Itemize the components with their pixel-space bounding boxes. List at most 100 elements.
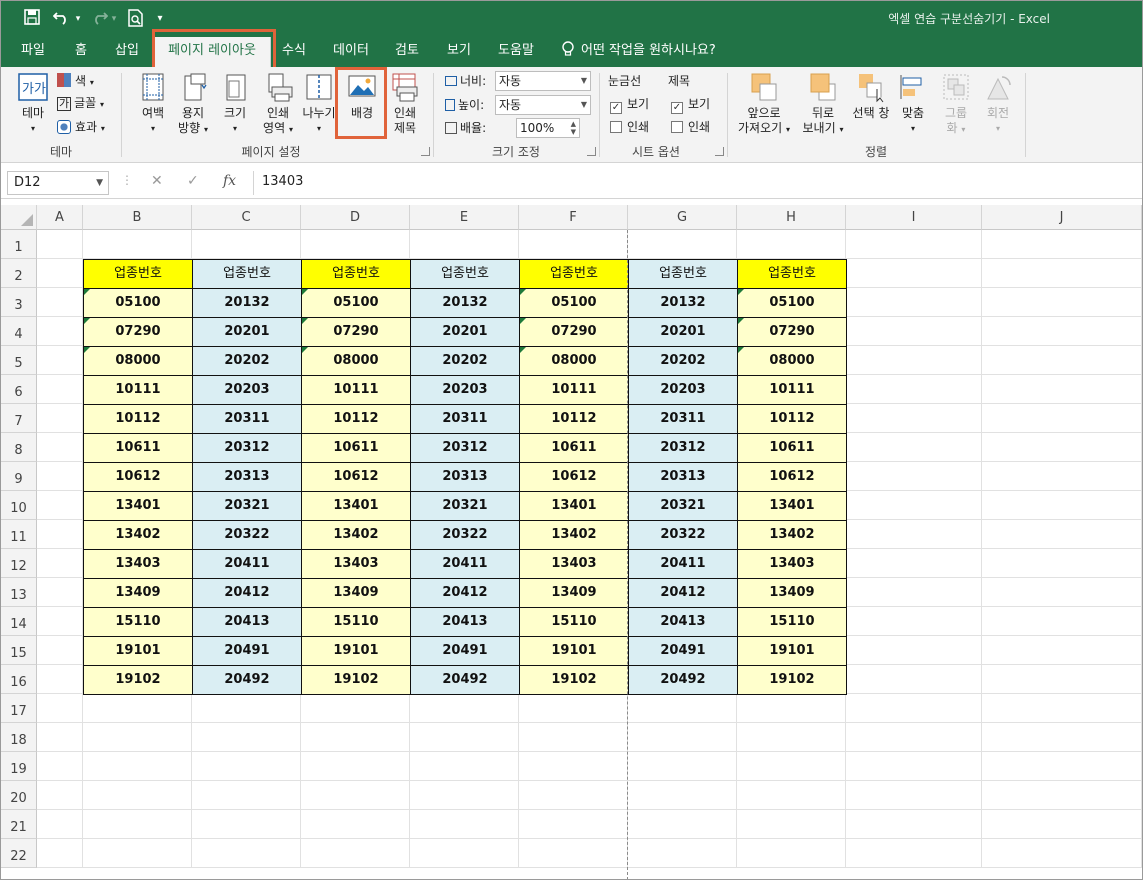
page-setup-launcher-icon[interactable]	[421, 147, 430, 156]
cell[interactable]	[982, 404, 1142, 433]
cell[interactable]	[301, 781, 410, 810]
table-data-cell[interactable]: 13401	[301, 491, 411, 521]
rotate-button[interactable]: 회전 ▾	[979, 71, 1017, 136]
cell[interactable]	[410, 694, 519, 723]
cancel-icon[interactable]: ✕	[151, 173, 163, 189]
cell[interactable]	[37, 288, 83, 317]
cell[interactable]	[37, 462, 83, 491]
table-data-cell[interactable]: 20202	[192, 346, 302, 376]
column-header-f[interactable]: F	[519, 205, 628, 230]
cell[interactable]	[982, 549, 1142, 578]
table-header-cell[interactable]: 업종번호	[628, 259, 738, 289]
tab-insert[interactable]: 삽입	[105, 37, 149, 67]
table-data-cell[interactable]: 20202	[410, 346, 520, 376]
table-data-cell[interactable]: 07290	[519, 317, 629, 347]
table-data-cell[interactable]: 15110	[301, 607, 411, 637]
cell[interactable]	[37, 404, 83, 433]
row-header-3[interactable]: 3	[1, 288, 37, 317]
orientation-button[interactable]: 용지 방향 ▾	[173, 71, 213, 137]
worksheet-grid[interactable]: A B C D E F G H I J 1 2 3 4 5 6 7 8 9 10 11 12 13 14 15 16 17 18 19 2…	[1, 205, 1142, 879]
cell[interactable]	[628, 839, 737, 868]
column-header-h[interactable]: H	[737, 205, 846, 230]
table-data-cell[interactable]: 20491	[410, 636, 520, 666]
cell[interactable]	[519, 723, 628, 752]
row-header-7[interactable]: 7	[1, 404, 37, 433]
cell[interactable]	[846, 549, 982, 578]
table-data-cell[interactable]: 08000	[519, 346, 629, 376]
selection-pane-button[interactable]: 선택 창	[849, 71, 893, 121]
enter-icon[interactable]: ✓	[187, 173, 199, 189]
column-header-j[interactable]: J	[982, 205, 1142, 230]
table-data-cell[interactable]: 10612	[519, 462, 629, 492]
cell[interactable]	[846, 491, 982, 520]
column-header-c[interactable]: C	[192, 205, 301, 230]
row-header-4[interactable]: 4	[1, 317, 37, 346]
table-data-cell[interactable]: 10111	[301, 375, 411, 405]
table-data-cell[interactable]: 10612	[301, 462, 411, 492]
cell[interactable]	[37, 810, 83, 839]
table-data-cell[interactable]: 20413	[192, 607, 302, 637]
themes-button[interactable]: 가가 테마 ▾	[13, 71, 53, 136]
table-header-cell[interactable]: 업종번호	[83, 259, 193, 289]
cell[interactable]	[846, 462, 982, 491]
table-data-cell[interactable]: 07290	[737, 317, 847, 347]
cell[interactable]	[846, 752, 982, 781]
table-data-cell[interactable]: 15110	[737, 607, 847, 637]
row-header-14[interactable]: 14	[1, 607, 37, 636]
table-data-cell[interactable]: 10112	[737, 404, 847, 434]
row-header-2[interactable]: 2	[1, 259, 37, 288]
table-data-cell[interactable]: 13402	[301, 520, 411, 550]
cell[interactable]	[982, 578, 1142, 607]
height-select[interactable]: 자동 ▼	[495, 95, 591, 115]
row-header-9[interactable]: 9	[1, 462, 37, 491]
send-backward-button[interactable]: 뒤로 보내기 ▾	[797, 71, 849, 137]
cell[interactable]	[83, 230, 192, 259]
cell[interactable]	[846, 839, 982, 868]
table-data-cell[interactable]: 20411	[410, 549, 520, 579]
table-data-cell[interactable]: 15110	[83, 607, 193, 637]
table-data-cell[interactable]: 20413	[628, 607, 738, 637]
table-data-cell[interactable]: 20491	[628, 636, 738, 666]
table-data-cell[interactable]: 19102	[519, 665, 629, 695]
table-data-cell[interactable]: 19102	[737, 665, 847, 695]
cell[interactable]	[83, 781, 192, 810]
table-data-cell[interactable]: 13409	[519, 578, 629, 608]
cell[interactable]	[846, 665, 982, 694]
print-area-button[interactable]: 인쇄 영역 ▾	[257, 71, 299, 137]
cell[interactable]	[982, 665, 1142, 694]
tab-file[interactable]: 파일	[11, 37, 55, 67]
headings-view-checkbox[interactable]: ✓ 보기	[671, 96, 710, 114]
cell[interactable]	[301, 723, 410, 752]
cell[interactable]	[628, 781, 737, 810]
cell[interactable]	[846, 607, 982, 636]
table-data-cell[interactable]: 20312	[410, 433, 520, 463]
cell[interactable]	[982, 288, 1142, 317]
cell[interactable]	[737, 752, 846, 781]
column-header-b[interactable]: B	[83, 205, 192, 230]
cell[interactable]	[846, 578, 982, 607]
table-header-cell[interactable]: 업종번호	[410, 259, 520, 289]
cell[interactable]	[37, 346, 83, 375]
cell[interactable]	[846, 694, 982, 723]
scale-launcher-icon[interactable]	[587, 147, 596, 156]
size-button[interactable]: 크기 ▾	[217, 71, 253, 136]
cell[interactable]	[37, 259, 83, 288]
table-data-cell[interactable]: 20132	[410, 288, 520, 318]
table-data-cell[interactable]: 19101	[737, 636, 847, 666]
cell[interactable]	[301, 839, 410, 868]
colors-button[interactable]: 색 ▾	[57, 73, 94, 91]
table-data-cell[interactable]: 20132	[628, 288, 738, 318]
cell[interactable]	[982, 433, 1142, 462]
cell[interactable]	[982, 491, 1142, 520]
table-data-cell[interactable]: 20412	[410, 578, 520, 608]
cell[interactable]	[192, 781, 301, 810]
table-data-cell[interactable]: 20201	[410, 317, 520, 347]
cell[interactable]	[410, 810, 519, 839]
table-data-cell[interactable]: 08000	[737, 346, 847, 376]
table-data-cell[interactable]: 20201	[628, 317, 738, 347]
cell[interactable]	[982, 520, 1142, 549]
table-data-cell[interactable]: 20313	[410, 462, 520, 492]
table-data-cell[interactable]: 05100	[301, 288, 411, 318]
table-data-cell[interactable]: 20312	[192, 433, 302, 463]
table-data-cell[interactable]: 13403	[519, 549, 629, 579]
